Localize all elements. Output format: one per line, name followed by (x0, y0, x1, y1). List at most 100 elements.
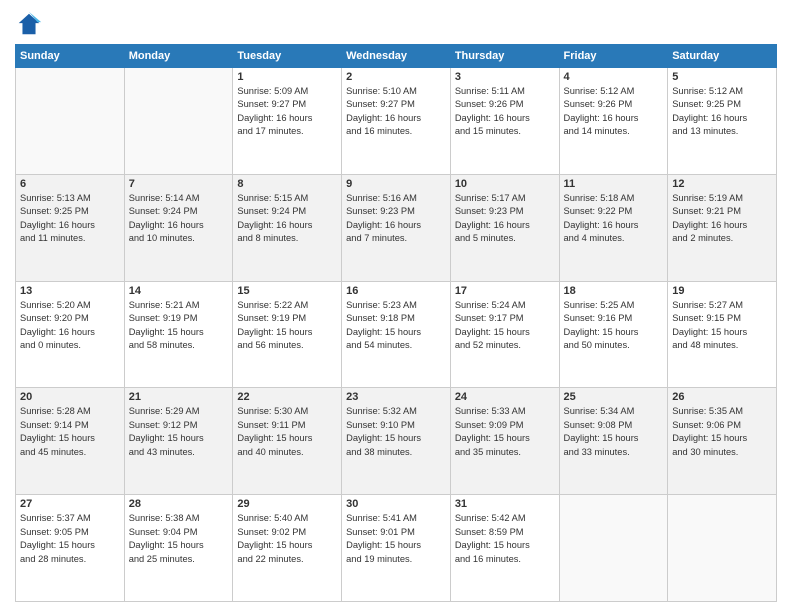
calendar-cell: 18 Sunrise: 5:25 AMSunset: 9:16 PMDayligh… (559, 281, 668, 388)
calendar-header-wednesday: Wednesday (342, 45, 451, 68)
day-number: 10 (455, 178, 555, 190)
day-number: 9 (346, 178, 446, 190)
day-info: Sunrise: 5:35 AMSunset: 9:06 PMDaylight:… (672, 405, 772, 459)
day-info: Sunrise: 5:16 AMSunset: 9:23 PMDaylight:… (346, 192, 446, 246)
calendar-header-row: SundayMondayTuesdayWednesdayThursdayFrid… (16, 45, 777, 68)
calendar-cell: 5 Sunrise: 5:12 AMSunset: 9:25 PMDaylight… (668, 68, 777, 175)
day-number: 15 (237, 285, 337, 297)
day-number: 21 (129, 391, 229, 403)
calendar-header-saturday: Saturday (668, 45, 777, 68)
calendar-cell: 17 Sunrise: 5:24 AMSunset: 9:17 PMDayligh… (450, 281, 559, 388)
day-info: Sunrise: 5:15 AMSunset: 9:24 PMDaylight:… (237, 192, 337, 246)
day-number: 11 (564, 178, 664, 190)
calendar-header-monday: Monday (124, 45, 233, 68)
day-info: Sunrise: 5:30 AMSunset: 9:11 PMDaylight:… (237, 405, 337, 459)
day-number: 17 (455, 285, 555, 297)
calendar-cell: 1 Sunrise: 5:09 AMSunset: 9:27 PMDaylight… (233, 68, 342, 175)
day-number: 7 (129, 178, 229, 190)
calendar-week-row: 13Sunrise: 5:20 AMSunset: 9:20 PMDayligh… (16, 281, 777, 388)
calendar-cell: 24 Sunrise: 5:33 AMSunset: 9:09 PMDayligh… (450, 388, 559, 495)
day-info: Sunrise: 5:14 AMSunset: 9:24 PMDaylight:… (129, 192, 229, 246)
day-number: 18 (564, 285, 664, 297)
calendar-cell: 9 Sunrise: 5:16 AMSunset: 9:23 PMDaylight… (342, 174, 451, 281)
calendar-cell (559, 495, 668, 602)
logo-icon (15, 10, 43, 38)
calendar-cell: 14Sunrise: 5:21 AMSunset: 9:19 PMDayligh… (124, 281, 233, 388)
day-info: Sunrise: 5:25 AMSunset: 9:16 PMDaylight:… (564, 299, 664, 353)
day-number: 30 (346, 498, 446, 510)
day-number: 16 (346, 285, 446, 297)
calendar-cell: 7 Sunrise: 5:14 AMSunset: 9:24 PMDaylight… (124, 174, 233, 281)
logo (15, 10, 47, 38)
calendar-cell (16, 68, 125, 175)
day-number: 31 (455, 498, 555, 510)
day-number: 28 (129, 498, 229, 510)
calendar-cell: 6 Sunrise: 5:13 AMSunset: 9:25 PMDaylight… (16, 174, 125, 281)
day-info: Sunrise: 5:42 AMSunset: 8:59 PMDaylight:… (455, 512, 555, 566)
calendar-week-row: 6 Sunrise: 5:13 AMSunset: 9:25 PMDaylight… (16, 174, 777, 281)
day-info: Sunrise: 5:17 AMSunset: 9:23 PMDaylight:… (455, 192, 555, 246)
calendar-week-row: 27Sunrise: 5:37 AMSunset: 9:05 PMDayligh… (16, 495, 777, 602)
calendar-cell: 28 Sunrise: 5:38 AMSunset: 9:04 PMDayligh… (124, 495, 233, 602)
calendar-cell (668, 495, 777, 602)
calendar-cell: 21 Sunrise: 5:29 AMSunset: 9:12 PMDayligh… (124, 388, 233, 495)
calendar-cell: 2 Sunrise: 5:10 AMSunset: 9:27 PMDaylight… (342, 68, 451, 175)
calendar-cell: 30 Sunrise: 5:41 AMSunset: 9:01 PMDayligh… (342, 495, 451, 602)
calendar-cell: 23 Sunrise: 5:32 AMSunset: 9:10 PMDayligh… (342, 388, 451, 495)
day-info: Sunrise: 5:18 AMSunset: 9:22 PMDaylight:… (564, 192, 664, 246)
calendar-cell: 26 Sunrise: 5:35 AMSunset: 9:06 PMDayligh… (668, 388, 777, 495)
day-number: 5 (672, 71, 772, 83)
day-number: 22 (237, 391, 337, 403)
day-info: Sunrise: 5:22 AMSunset: 9:19 PMDaylight:… (237, 299, 337, 353)
day-info: Sunrise: 5:21 AMSunset: 9:19 PMDaylight:… (129, 299, 229, 353)
day-info: Sunrise: 5:32 AMSunset: 9:10 PMDaylight:… (346, 405, 446, 459)
day-number: 8 (237, 178, 337, 190)
calendar-cell: 12 Sunrise: 5:19 AMSunset: 9:21 PMDayligh… (668, 174, 777, 281)
day-number: 23 (346, 391, 446, 403)
day-info: Sunrise: 5:29 AMSunset: 9:12 PMDaylight:… (129, 405, 229, 459)
day-number: 19 (672, 285, 772, 297)
calendar-week-row: 1 Sunrise: 5:09 AMSunset: 9:27 PMDaylight… (16, 68, 777, 175)
day-info: Sunrise: 5:12 AMSunset: 9:25 PMDaylight:… (672, 85, 772, 139)
day-info: Sunrise: 5:12 AMSunset: 9:26 PMDaylight:… (564, 85, 664, 139)
day-number: 26 (672, 391, 772, 403)
day-info: Sunrise: 5:41 AMSunset: 9:01 PMDaylight:… (346, 512, 446, 566)
day-info: Sunrise: 5:38 AMSunset: 9:04 PMDaylight:… (129, 512, 229, 566)
calendar-cell: 27Sunrise: 5:37 AMSunset: 9:05 PMDayligh… (16, 495, 125, 602)
day-info: Sunrise: 5:13 AMSunset: 9:25 PMDaylight:… (20, 192, 120, 246)
calendar-header-sunday: Sunday (16, 45, 125, 68)
day-number: 6 (20, 178, 120, 190)
calendar-header-friday: Friday (559, 45, 668, 68)
calendar-cell: 15 Sunrise: 5:22 AMSunset: 9:19 PMDayligh… (233, 281, 342, 388)
day-info: Sunrise: 5:40 AMSunset: 9:02 PMDaylight:… (237, 512, 337, 566)
day-info: Sunrise: 5:33 AMSunset: 9:09 PMDaylight:… (455, 405, 555, 459)
calendar-cell: 25 Sunrise: 5:34 AMSunset: 9:08 PMDayligh… (559, 388, 668, 495)
page: SundayMondayTuesdayWednesdayThursdayFrid… (0, 0, 792, 612)
day-number: 3 (455, 71, 555, 83)
day-info: Sunrise: 5:10 AMSunset: 9:27 PMDaylight:… (346, 85, 446, 139)
day-number: 12 (672, 178, 772, 190)
header (15, 10, 777, 38)
calendar-cell: 31 Sunrise: 5:42 AMSunset: 8:59 PMDayligh… (450, 495, 559, 602)
day-info: Sunrise: 5:23 AMSunset: 9:18 PMDaylight:… (346, 299, 446, 353)
calendar-cell: 8 Sunrise: 5:15 AMSunset: 9:24 PMDaylight… (233, 174, 342, 281)
day-number: 25 (564, 391, 664, 403)
day-info: Sunrise: 5:37 AMSunset: 9:05 PMDaylight:… (20, 512, 120, 566)
day-info: Sunrise: 5:24 AMSunset: 9:17 PMDaylight:… (455, 299, 555, 353)
calendar-header-thursday: Thursday (450, 45, 559, 68)
day-number: 29 (237, 498, 337, 510)
calendar-header-tuesday: Tuesday (233, 45, 342, 68)
day-number: 24 (455, 391, 555, 403)
day-number: 1 (237, 71, 337, 83)
calendar-week-row: 20Sunrise: 5:28 AMSunset: 9:14 PMDayligh… (16, 388, 777, 495)
calendar-cell: 16 Sunrise: 5:23 AMSunset: 9:18 PMDayligh… (342, 281, 451, 388)
calendar-cell: 3Sunrise: 5:11 AMSunset: 9:26 PMDaylight… (450, 68, 559, 175)
day-info: Sunrise: 5:19 AMSunset: 9:21 PMDaylight:… (672, 192, 772, 246)
calendar-cell: 20Sunrise: 5:28 AMSunset: 9:14 PMDayligh… (16, 388, 125, 495)
calendar-cell: 13Sunrise: 5:20 AMSunset: 9:20 PMDayligh… (16, 281, 125, 388)
day-number: 20 (20, 391, 120, 403)
day-info: Sunrise: 5:09 AMSunset: 9:27 PMDaylight:… (237, 85, 337, 139)
calendar-cell: 4Sunrise: 5:12 AMSunset: 9:26 PMDaylight… (559, 68, 668, 175)
day-info: Sunrise: 5:34 AMSunset: 9:08 PMDaylight:… (564, 405, 664, 459)
day-number: 2 (346, 71, 446, 83)
